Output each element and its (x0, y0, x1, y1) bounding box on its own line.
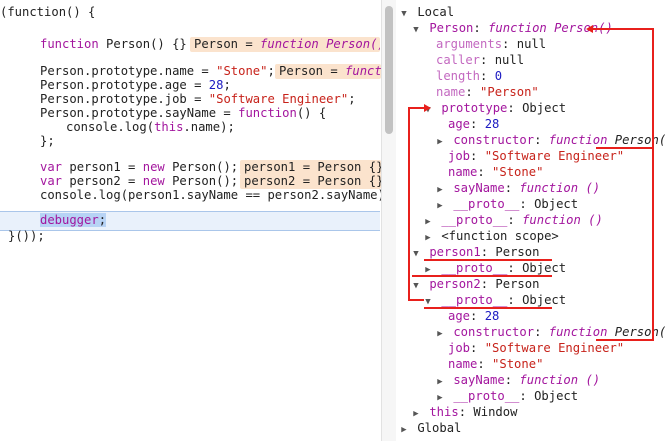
annotation-underline-constructor-2 (596, 339, 653, 341)
scrollbar-thumb[interactable] (385, 6, 393, 134)
code-line-proto-age: Person.prototype.age = 28; (40, 78, 231, 92)
code-line-close-fn: }; (40, 134, 55, 148)
person-fn-proto[interactable]: ▶ __proto__: function () (422, 213, 603, 228)
p2proto-job: job: "Software Engineer" (448, 341, 625, 355)
proto-name: name: "Stone" (448, 165, 544, 179)
code-line-debugger: debugger; (40, 213, 107, 227)
collapsed-triangle-icon: ▶ (437, 201, 443, 211)
p2proto-sayname[interactable]: ▶ sayName: function () (434, 373, 600, 388)
prop-caller: caller: null (436, 53, 525, 67)
annotation-underline-person2-proto (424, 307, 552, 309)
collapsed-triangle-icon: ▶ (425, 217, 431, 227)
annotation-underline-person1-proto (424, 259, 552, 261)
collapsed-triangle-icon: ▶ (437, 137, 443, 147)
p2proto-name: name: "Stone" (448, 357, 544, 371)
p2proto-constructor[interactable]: ▶ constructor: function Person() (434, 325, 666, 340)
code-line-console-log: console.log(this.name); (66, 120, 235, 134)
inline-value-person2: person2 = Person {} (240, 174, 381, 189)
collapsed-triangle-icon: ▶ (437, 377, 443, 387)
annotation-arrowhead-left-icon (586, 25, 593, 33)
annotation-prototype-link-bottom (408, 299, 424, 301)
code-line-end: }()); (8, 229, 45, 243)
annotation-prototype-link-top (408, 107, 424, 109)
annotation-constructor-link-line (652, 28, 654, 341)
inline-value-person: Person = function Person() (190, 37, 380, 52)
collapsed-triangle-icon: ▶ (425, 233, 431, 243)
code-line-function-decl: function Person() {} (40, 37, 187, 51)
proto-proto[interactable]: ▶ __proto__: Object (434, 197, 578, 212)
code-line-person2: var person2 = new Person(); (40, 174, 239, 188)
code-line-proto-job: Person.prototype.job = "Software Enginee… (40, 92, 356, 106)
collapsed-triangle-icon: ▶ (437, 393, 443, 403)
annotation-underline-person2 (412, 275, 552, 277)
annotation-arrowhead-icon (424, 104, 431, 112)
collapsed-triangle-icon: ▶ (437, 329, 443, 339)
code-line-open: (function() { (0, 5, 96, 19)
proto-sayname[interactable]: ▶ sayName: function () (434, 181, 600, 196)
var-person[interactable]: ▼ Person: function Person() (410, 21, 613, 36)
expanded-triangle-icon: ▼ (413, 25, 419, 35)
code-scrollbar[interactable] (381, 0, 397, 441)
p2proto-age: age: 28 (448, 309, 500, 323)
annotation-constructor-link-top (592, 28, 652, 30)
prop-arguments: arguments: null (436, 37, 547, 51)
person2-proto[interactable]: ▼ __proto__: Object (422, 293, 566, 308)
code-line-person1: var person1 = new Person(); (40, 160, 239, 174)
collapsed-triangle-icon: ▶ (437, 185, 443, 195)
expanded-triangle-icon: ▼ (401, 9, 407, 19)
var-person1[interactable]: ▼ person1: Person (410, 245, 539, 260)
code-line-proto-name: Person.prototype.name = "Stone"; (40, 64, 275, 78)
scope-local[interactable]: ▼ Local (398, 5, 454, 20)
var-person2[interactable]: ▼ person2: Person (410, 277, 539, 292)
p2proto-proto[interactable]: ▶ __proto__: Object (434, 389, 578, 404)
var-this[interactable]: ▶ this: Window (410, 405, 517, 420)
inline-value-proto-name: Person = funct (275, 64, 381, 79)
proto-constructor[interactable]: ▶ constructor: function Person() (434, 133, 666, 148)
code-line-compare: console.log(person1.sayName == person2.s… (40, 188, 393, 202)
prop-name: name: "Person" (436, 85, 539, 99)
scope-variables-panel: ▼ Local ▼ Person: function Person() argu… (396, 0, 666, 441)
expanded-triangle-icon: ▼ (413, 249, 419, 259)
annotation-prototype-link-line (408, 107, 410, 301)
prop-prototype[interactable]: ▼ prototype: Object (422, 101, 566, 116)
collapsed-triangle-icon: ▶ (401, 425, 407, 435)
function-scope[interactable]: ▶ <function scope> (422, 229, 558, 244)
proto-age: age: 28 (448, 117, 500, 131)
inline-value-person1: person1 = Person {} (240, 160, 381, 175)
annotation-underline-constructor (596, 147, 653, 149)
collapsed-triangle-icon: ▶ (413, 409, 419, 419)
prop-length: length: 0 (436, 69, 503, 83)
scope-global[interactable]: ▶ Global (398, 421, 461, 436)
expanded-triangle-icon: ▼ (413, 281, 419, 291)
code-line-proto-sayname: Person.prototype.sayName = function() { (40, 106, 327, 120)
proto-job: job: "Software Engineer" (448, 149, 625, 163)
code-editor[interactable]: (function() { function Person() {} Perso… (0, 0, 392, 441)
person1-proto[interactable]: ▶ __proto__: Object (422, 261, 566, 276)
